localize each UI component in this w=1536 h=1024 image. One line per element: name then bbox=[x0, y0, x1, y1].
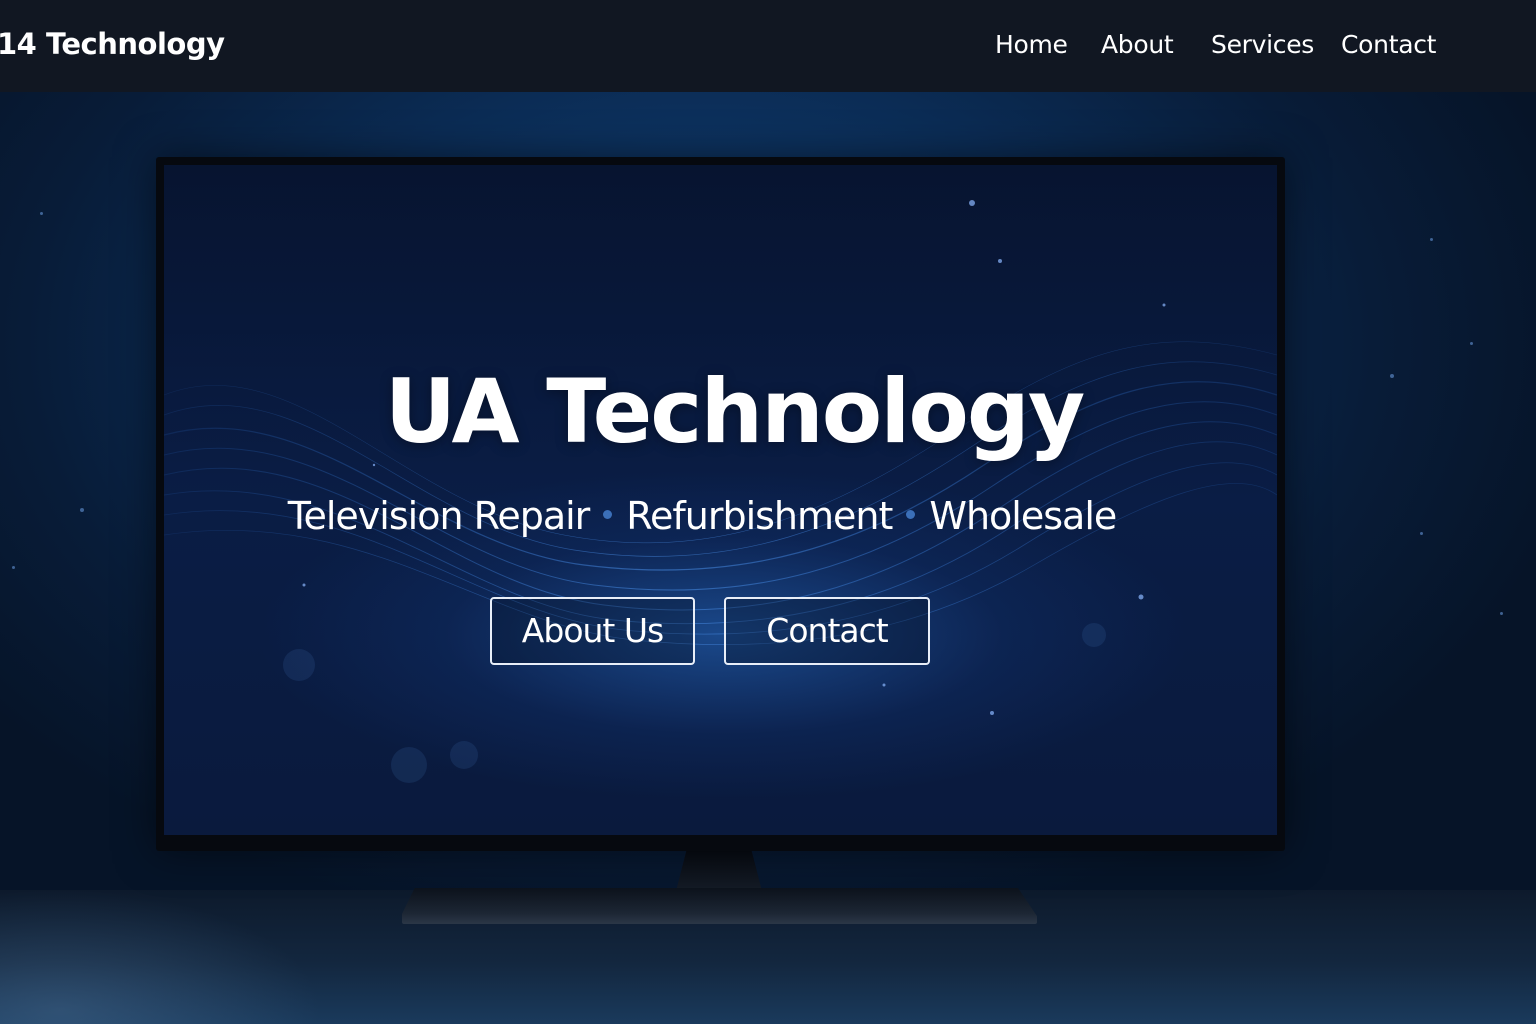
nav-link-about[interactable]: About bbox=[1101, 30, 1174, 59]
background-particle bbox=[1420, 532, 1423, 535]
brand-logo-text[interactable]: 14 Technology bbox=[0, 27, 225, 61]
bullet-separator-icon bbox=[906, 510, 916, 519]
television-stand-base bbox=[402, 888, 1037, 924]
nav-link-services[interactable]: Services bbox=[1211, 30, 1314, 59]
nav-link-home[interactable]: Home bbox=[995, 30, 1068, 59]
background-particle bbox=[12, 566, 15, 569]
tagline-item-wholesale: Wholesale bbox=[929, 494, 1117, 538]
background-particle bbox=[1390, 374, 1394, 378]
bullet-separator-icon bbox=[603, 510, 613, 519]
nav-link-contact[interactable]: Contact bbox=[1341, 30, 1436, 59]
background-particle bbox=[1500, 612, 1503, 615]
background-particle bbox=[80, 508, 84, 512]
background-particle bbox=[1470, 342, 1473, 345]
background-particle bbox=[1430, 238, 1433, 241]
tagline-item-refurbishment: Refurbishment bbox=[626, 494, 893, 538]
television-stand-neck bbox=[676, 851, 762, 891]
about-us-button[interactable]: About Us bbox=[490, 597, 695, 665]
hero-tagline: Television Repair Refurbishment Wholesale bbox=[164, 494, 1240, 538]
top-navigation-bar: 14 Technology Home About Services Contac… bbox=[0, 0, 1536, 92]
tagline-item-repair: Television Repair bbox=[287, 494, 591, 538]
background-particle bbox=[40, 212, 43, 215]
tabletop-reflection bbox=[0, 890, 420, 1024]
hero-title: UA Technology bbox=[384, 360, 1085, 463]
contact-button[interactable]: Contact bbox=[724, 597, 930, 665]
